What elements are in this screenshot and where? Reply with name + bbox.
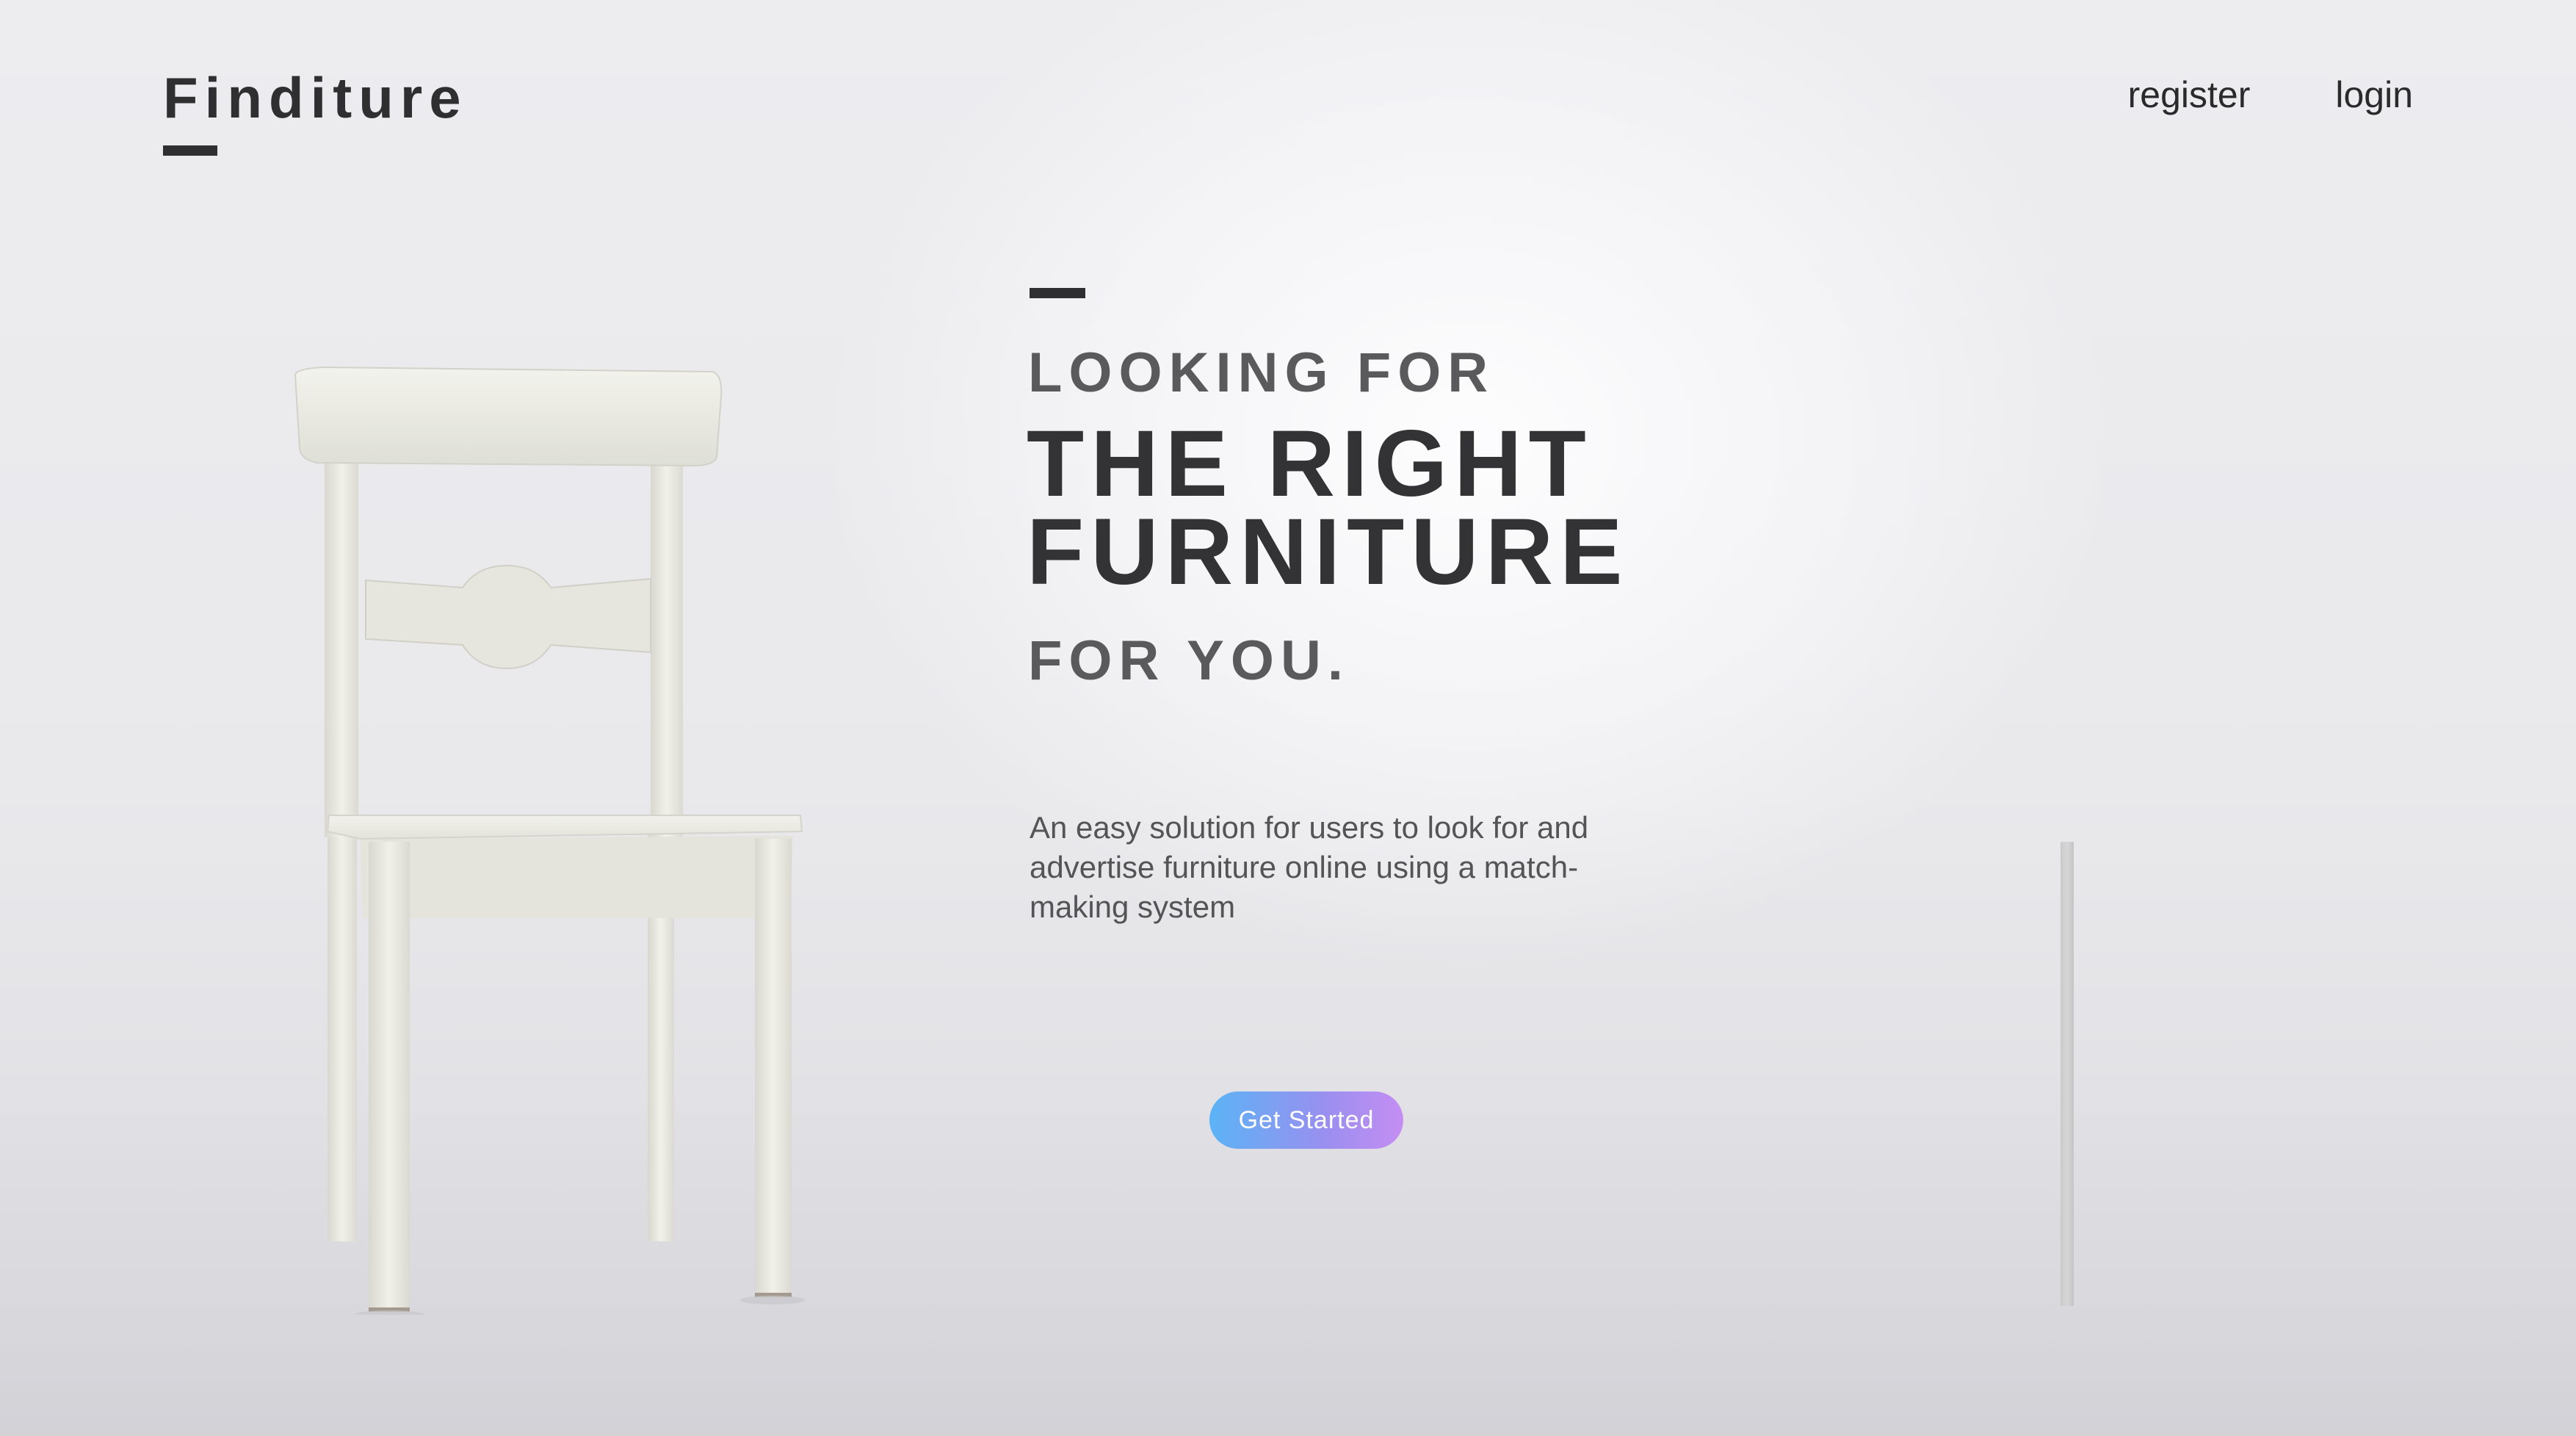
brand-logo[interactable]: Finditure: [163, 65, 468, 131]
hero-description: An easy solution for users to look for a…: [1030, 810, 1589, 924]
hero-headline: THE RIGHT FURNITURE: [1027, 411, 1629, 605]
register-link[interactable]: register: [2128, 73, 2251, 116]
logo-underline: [163, 145, 217, 156]
chair-image: [294, 366, 805, 1315]
hero-line-the-right: THE RIGHT: [1027, 411, 1593, 516]
hero-line-furniture: FURNITURE: [1027, 499, 1629, 605]
get-started-button[interactable]: Get Started: [1209, 1092, 1403, 1149]
hero-line-for-you: FOR YOU.: [1028, 629, 1350, 692]
hero-line-looking-for: LOOKING FOR: [1028, 342, 1495, 404]
top-nav: register login: [2128, 73, 2413, 116]
background-pole: [2061, 842, 2074, 1306]
hero-accent-dash: [1030, 288, 1085, 298]
login-link[interactable]: login: [2335, 73, 2413, 116]
